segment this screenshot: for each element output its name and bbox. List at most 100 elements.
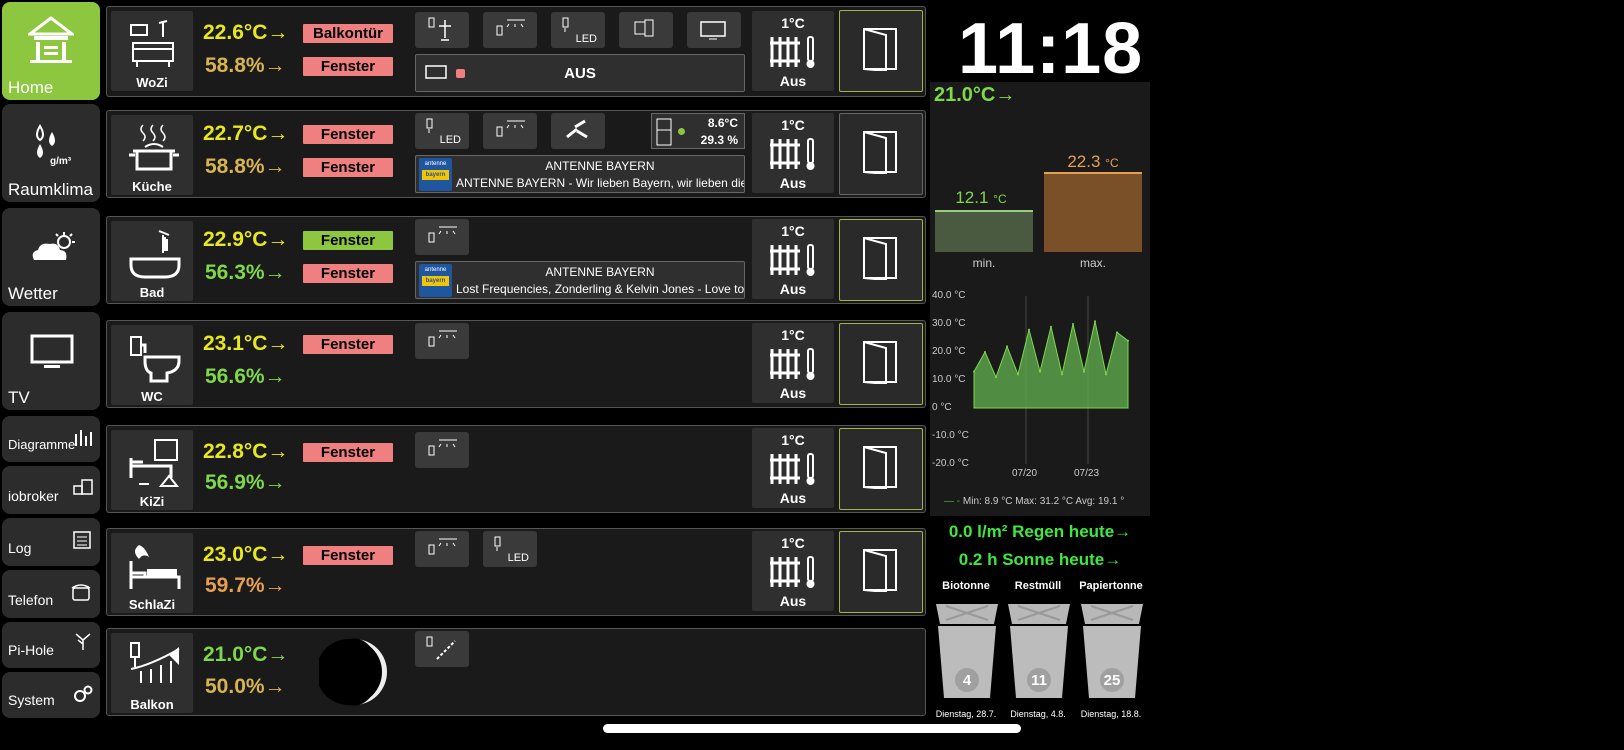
humidity-value: 58.8%→ xyxy=(205,155,286,178)
nav-system[interactable]: System xyxy=(2,672,100,718)
bin-days: 4 xyxy=(962,672,972,689)
bin-bio: 4 xyxy=(934,600,1000,705)
heating-control[interactable]: 1°C Aus xyxy=(752,531,834,611)
door-icon xyxy=(863,341,897,384)
nav-wetter[interactable]: Wetter xyxy=(2,208,100,306)
door-control[interactable] xyxy=(839,531,923,613)
ceiling-light-button[interactable] xyxy=(415,323,469,359)
nav-tv[interactable]: TV xyxy=(2,312,100,410)
heating-state: Aus xyxy=(779,490,807,506)
bedroom-icon xyxy=(129,545,181,589)
temperature-point xyxy=(973,370,975,373)
min-label: min. xyxy=(972,256,996,270)
room-icon-balkon[interactable]: Balkon xyxy=(111,633,193,713)
temperature-point xyxy=(995,376,997,379)
temperature-point xyxy=(1039,370,1041,373)
kids-room-icon xyxy=(129,439,180,487)
fridge-widget: 8.6°C 29.3 % xyxy=(651,113,745,149)
nav-iobroker[interactable]: iobroker xyxy=(2,466,100,514)
door-control[interactable] xyxy=(839,113,923,195)
room-icon-wozi[interactable]: WoZi xyxy=(111,11,193,91)
max-label: max. xyxy=(1079,256,1106,270)
nav-home[interactable]: Home xyxy=(2,2,100,100)
fridge-status-dot xyxy=(678,128,685,135)
heating-control[interactable]: 1°C Aus xyxy=(752,11,834,91)
radiator-icon xyxy=(770,453,815,485)
ceiling-light-button[interactable] xyxy=(483,113,537,149)
nav-telefon[interactable]: Telefon xyxy=(2,570,100,618)
room-icon-kueche[interactable]: Küche xyxy=(111,115,193,195)
nav-label: Log xyxy=(8,540,32,556)
window-status-badge: Fenster xyxy=(303,264,393,283)
nav-log[interactable]: Log xyxy=(2,518,100,566)
led-button[interactable]: LED xyxy=(551,12,605,48)
lamp-button[interactable] xyxy=(415,12,469,48)
nav-label: Wetter xyxy=(8,284,58,303)
led-button[interactable]: LED xyxy=(483,531,537,567)
nav-label: Telefon xyxy=(8,592,54,608)
ceiling-light-button[interactable] xyxy=(415,531,469,567)
room-name: WoZi xyxy=(136,75,168,90)
door-control[interactable] xyxy=(839,323,923,405)
ceiling-light-button[interactable] xyxy=(483,12,537,48)
bin-days: 25 xyxy=(1103,672,1121,689)
heating-control[interactable]: 1°C Aus xyxy=(752,323,834,403)
antenne-bayern-logo: antenne bayern xyxy=(419,158,452,191)
window-status-badge: Fenster xyxy=(303,158,393,177)
nav-label: Home xyxy=(8,78,54,97)
room-row-bad: Bad 22.9°C→ 56.3%→ Fenster Fenster anten… xyxy=(106,216,926,304)
window-status-badge: Balkontür xyxy=(303,24,393,43)
bin-date: Dienstag, 28.7. xyxy=(935,709,997,719)
heating-control[interactable]: 1°C Aus xyxy=(752,428,834,508)
tv-status-bar[interactable]: AUS xyxy=(415,54,745,92)
ceiling-light-button[interactable] xyxy=(415,432,469,468)
radiator-icon xyxy=(770,244,815,276)
door-control[interactable] xyxy=(839,428,923,510)
window-status-badge: Fenster xyxy=(303,546,393,565)
heating-control[interactable]: 1°C Aus xyxy=(752,113,834,193)
ceiling-light-icon xyxy=(496,19,525,36)
nav-label: System xyxy=(8,692,55,708)
nav-diagramme[interactable]: Diagramme xyxy=(2,416,100,462)
media-device-button[interactable] xyxy=(619,12,673,48)
fridge-humidity: 29.3 % xyxy=(700,133,738,147)
nav-label: Pi-Hole xyxy=(8,642,54,658)
chart-legend: — - Min: 8.9 °C Max: 31.2 °C Avg: 19.1 ° xyxy=(944,496,1125,507)
door-control[interactable] xyxy=(839,10,923,92)
nav-pihole[interactable]: Pi-Hole xyxy=(2,622,100,668)
light-strip-button[interactable] xyxy=(415,631,469,667)
ceiling-light-icon xyxy=(428,538,457,555)
room-name: WC xyxy=(141,389,163,404)
temperature-point xyxy=(1006,345,1008,348)
room-icon-wc[interactable]: WC xyxy=(111,325,193,405)
heating-state: Aus xyxy=(779,385,807,401)
bin-papier: 25 xyxy=(1079,600,1145,705)
fan-button[interactable] xyxy=(551,113,605,149)
bin-label-papier: Papiertonne xyxy=(1079,580,1143,592)
livingroom-icon xyxy=(130,20,174,67)
tv-button[interactable] xyxy=(687,12,741,48)
lamp-icon xyxy=(428,17,451,41)
heating-setpoint: 1°C xyxy=(781,15,805,31)
temperature-value: 23.1°C→ xyxy=(203,332,289,355)
room-icon-schlazi[interactable]: SchlaZi xyxy=(111,533,193,613)
fan-icon xyxy=(566,119,588,139)
toilet-icon xyxy=(130,336,181,383)
ceiling-light-button[interactable] xyxy=(415,219,469,255)
temperature-point xyxy=(1028,328,1030,331)
bulb-icon xyxy=(494,536,501,551)
heating-control[interactable]: 1°C Aus xyxy=(752,219,834,299)
nav-raumklima[interactable]: g/m³ Raumklima xyxy=(2,104,100,202)
radio-widget[interactable]: antenne bayern ANTENNE BAYERN Lost Freque… xyxy=(415,261,745,299)
led-button[interactable]: LED xyxy=(415,113,469,149)
room-name: Balkon xyxy=(130,697,174,712)
room-icon-bad[interactable]: Bad xyxy=(111,221,193,301)
door-control[interactable] xyxy=(839,219,923,301)
nav-label: TV xyxy=(8,388,30,407)
nav-label: Diagramme xyxy=(8,437,76,452)
radio-widget[interactable]: antenne bayern ANTENNE BAYERN ANTENNE BAY… xyxy=(415,155,745,193)
room-icon-kizi[interactable]: KiZi xyxy=(111,430,193,510)
light-strip-icon xyxy=(426,636,456,660)
home-indicator[interactable] xyxy=(603,724,1021,733)
moon-phase-icon xyxy=(316,637,389,707)
